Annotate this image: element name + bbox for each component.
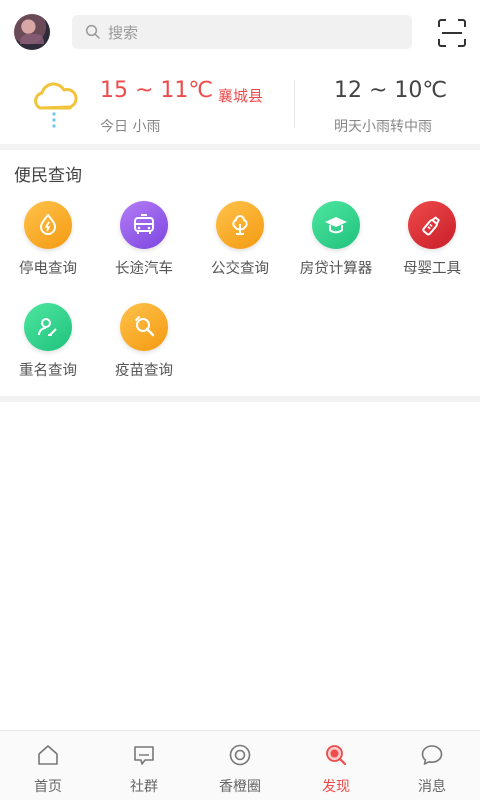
- tool-bus-query[interactable]: 公交查询: [192, 201, 288, 281]
- tool-power-outage[interactable]: 停电查询: [0, 201, 96, 281]
- nav-label: 首页: [34, 779, 62, 795]
- tool-label: 母婴工具: [403, 261, 461, 277]
- weather-card[interactable]: 15 ~ 11℃ 襄城县 今日 小雨 12 ~ 10℃ 明天小雨转中雨: [0, 66, 480, 144]
- tomorrow-temperature: 12 ~ 10℃: [334, 78, 448, 103]
- message-icon: [421, 745, 443, 765]
- tool-label: 长途汽车: [115, 261, 173, 277]
- section-divider: [0, 144, 480, 150]
- section-divider: [0, 396, 480, 402]
- home-icon: [38, 745, 58, 765]
- baby-bottle-icon: [422, 216, 440, 236]
- bottom-nav: 首页 社群 香橙圈 发现 消息: [0, 730, 480, 800]
- tool-label: 停电查询: [19, 261, 77, 277]
- nav-label: 香橙圈: [219, 779, 261, 795]
- cloud-rain-icon: [34, 82, 78, 128]
- chat-bubble-icon: [134, 746, 154, 765]
- scan-icon[interactable]: [437, 18, 467, 48]
- top-bar: 搜索: [0, 0, 480, 66]
- section-title: 便民查询: [14, 166, 82, 186]
- tomorrow-weather-desc: 明天小雨转中雨: [334, 119, 432, 135]
- nav-messages[interactable]: 消息: [384, 731, 480, 800]
- search-icon: [85, 24, 100, 39]
- weather-divider: [294, 80, 295, 128]
- nav-label: 社群: [130, 779, 158, 795]
- search-discover-icon: [326, 745, 347, 766]
- today-weather-desc: 今日 小雨: [100, 119, 161, 135]
- bus-icon: [134, 214, 154, 234]
- user-avatar[interactable]: [14, 14, 50, 50]
- tool-label: 疫苗查询: [115, 363, 173, 379]
- tool-maternal-baby[interactable]: 母婴工具: [384, 201, 480, 281]
- vaccine-icon: [135, 316, 155, 337]
- tool-label: 房贷计算器: [299, 261, 373, 277]
- search-placeholder: 搜索: [108, 24, 139, 42]
- nav-community[interactable]: 社群: [96, 731, 192, 800]
- search-input[interactable]: 搜索: [72, 15, 412, 49]
- city-name[interactable]: 襄城县: [218, 85, 263, 106]
- tool-mortgage-calculator[interactable]: 房贷计算器: [288, 201, 384, 281]
- today-temperature: 15 ~ 11℃: [100, 78, 214, 103]
- discover-page: 搜索 15 ~ 11℃ 襄城县 今日 小雨 12 ~ 10℃ 明天小雨转中雨 便…: [0, 0, 480, 800]
- tool-duplicate-name[interactable]: 重名查询: [0, 303, 96, 383]
- name-search-icon: [38, 318, 57, 336]
- tool-label: 公交查询: [211, 261, 269, 277]
- nav-orange-circle[interactable]: 香橙圈: [192, 731, 288, 800]
- graduation-cap-icon: [325, 217, 347, 234]
- tool-long-distance-bus[interactable]: 长途汽车: [96, 201, 192, 281]
- nav-label: 发现: [322, 779, 350, 795]
- nav-label: 消息: [418, 779, 446, 795]
- nav-discover[interactable]: 发现: [288, 731, 384, 800]
- tree-icon: [232, 214, 248, 235]
- tool-vaccine[interactable]: 疫苗查询: [96, 303, 192, 383]
- power-outage-icon: [39, 213, 57, 235]
- ring-icon: [229, 744, 251, 766]
- tool-label: 重名查询: [19, 363, 77, 379]
- nav-home[interactable]: 首页: [0, 731, 96, 800]
